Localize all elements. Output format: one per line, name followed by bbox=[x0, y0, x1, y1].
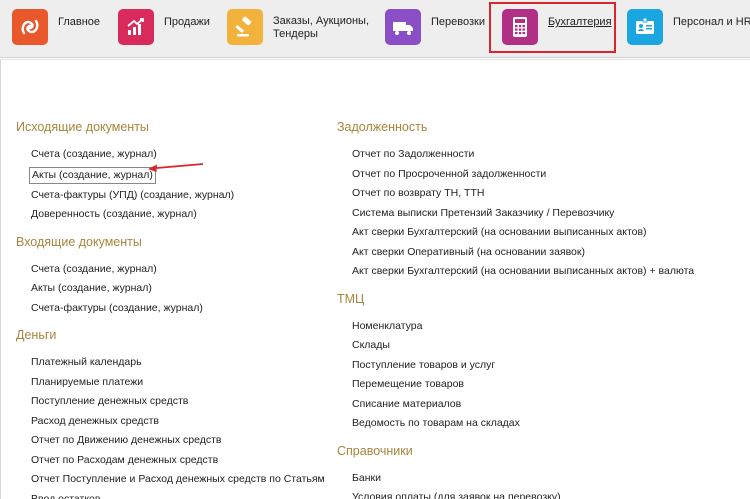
red-arrow-annotation bbox=[148, 163, 204, 172]
menu-link-cash-flow-report[interactable]: Отчет по Движению денежных средств bbox=[16, 431, 326, 451]
right-column: Задолженность Отчет по Задолженности Отч… bbox=[337, 119, 747, 499]
top-navigation-bar: Главное Продажи Заказы, Аукционы, Тендер… bbox=[0, 0, 750, 58]
section-title: Входящие документы bbox=[16, 234, 142, 249]
section-debt: Задолженность Отчет по Задолженности Отч… bbox=[337, 119, 747, 282]
menu-link-expenses-report[interactable]: Отчет по Расходам денежных средств bbox=[16, 451, 326, 471]
menu-link-payment-calendar[interactable]: Платежный календарь bbox=[16, 353, 326, 373]
menu-link-nomenclature[interactable]: Номенклатура bbox=[337, 317, 747, 337]
content-left-border bbox=[0, 60, 1, 499]
menu-link-incoming-acts[interactable]: Акты (создание, журнал) bbox=[16, 279, 326, 299]
menu-link-warehouses[interactable]: Склады bbox=[337, 336, 747, 356]
nav-item-label: Продажи bbox=[164, 16, 210, 28]
header-divider bbox=[0, 59, 750, 60]
menu-link-reconciliation-operational[interactable]: Акт сверки Оперативный (на основании зая… bbox=[337, 243, 747, 263]
menu-link-income-expense-by-items[interactable]: Отчет Поступление и Расход денежных сред… bbox=[16, 470, 326, 490]
truck-icon bbox=[385, 9, 421, 45]
section-title: Справочники bbox=[337, 443, 413, 458]
calculator-icon bbox=[502, 9, 538, 45]
menu-link-reconciliation-accounting[interactable]: Акт сверки Бухгалтерский (на основании в… bbox=[337, 223, 747, 243]
section-title: Исходящие документы bbox=[16, 120, 149, 134]
menu-link-cash-expenses[interactable]: Расход денежных средств bbox=[16, 412, 326, 432]
menu-link-goods-transfer[interactable]: Перемещение товаров bbox=[337, 375, 747, 395]
menu-link-materials-writeoff[interactable]: Списание материалов bbox=[337, 395, 747, 415]
menu-link-cash-receipts[interactable]: Поступление денежных средств bbox=[16, 392, 326, 412]
menu-link-claims-system[interactable]: Система выписки Претензий Заказчику / Пе… bbox=[337, 204, 747, 224]
growth-chart-icon bbox=[118, 9, 154, 45]
left-column: Исходящие документы Счета (создание, жур… bbox=[16, 119, 326, 499]
section-title: Деньги bbox=[16, 328, 57, 342]
menu-link-outgoing-acts[interactable]: Акты (создание, журнал) bbox=[29, 166, 156, 184]
menu-link-goods-receipt[interactable]: Поступление товаров и услуг bbox=[337, 356, 747, 376]
menu-link-payment-terms[interactable]: Условия оплаты (для заявок на перевозку) bbox=[337, 488, 747, 499]
section-money: Деньги Платежный календарь Планируемые п… bbox=[16, 327, 326, 499]
nav-item-label: Заказы, Аукционы, Тендеры bbox=[273, 15, 369, 40]
nav-item-label: Перевозки bbox=[431, 16, 485, 28]
section-tmc: ТМЦ Номенклатура Склады Поступление това… bbox=[337, 291, 747, 434]
logo-icon bbox=[12, 9, 48, 45]
nav-item-label: Главное bbox=[58, 16, 101, 28]
nav-item-label: Персонал и HR bbox=[673, 16, 750, 28]
menu-link-planned-payments[interactable]: Планируемые платежи bbox=[16, 373, 326, 393]
menu-link-incoming-vat-invoices[interactable]: Счета-фактуры (создание, журнал) bbox=[16, 299, 326, 319]
section-incoming-documents: Входящие документы Счета (создание, журн… bbox=[16, 234, 326, 319]
nav-item-label: Бухгалтерия bbox=[548, 16, 612, 28]
menu-link-outgoing-upd[interactable]: Счета-фактуры (УПД) (создание, журнал) bbox=[16, 186, 326, 206]
menu-link-debt-report[interactable]: Отчет по Задолженности bbox=[337, 145, 747, 165]
menu-link-opening-balances[interactable]: Ввод остатков bbox=[16, 490, 326, 499]
menu-link-power-of-attorney[interactable]: Доверенность (создание, журнал) bbox=[16, 205, 326, 225]
menu-link-reconciliation-currency[interactable]: Акт сверки Бухгалтерский (на основании в… bbox=[337, 262, 747, 282]
menu-link-overdue-debt-report[interactable]: Отчет по Просроченной задолженности bbox=[337, 165, 747, 185]
menu-link-waybill-return-report[interactable]: Отчет по возврату ТН, ТТН bbox=[337, 184, 747, 204]
menu-link-warehouse-statement[interactable]: Ведомость по товарам на складах bbox=[337, 414, 747, 434]
gavel-icon bbox=[227, 9, 263, 45]
section-title: ТМЦ bbox=[337, 291, 365, 306]
section-title: Задолженность bbox=[337, 120, 428, 134]
section-references: Справочники Банки Условия оплаты (для за… bbox=[337, 443, 747, 499]
menu-link-incoming-invoices[interactable]: Счета (создание, журнал) bbox=[16, 260, 326, 280]
id-card-icon bbox=[627, 9, 663, 45]
menu-link-banks[interactable]: Банки bbox=[337, 469, 747, 489]
